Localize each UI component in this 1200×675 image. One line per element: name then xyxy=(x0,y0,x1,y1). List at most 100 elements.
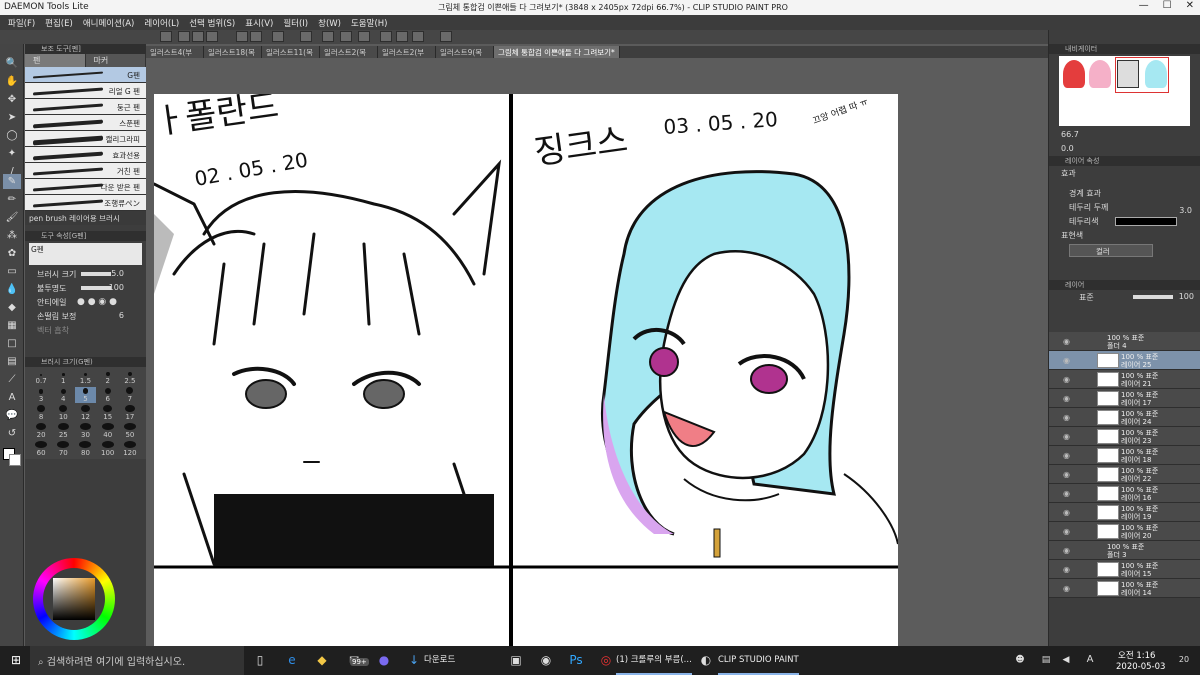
visibility-eye-icon[interactable]: ◉ xyxy=(1063,451,1070,460)
visibility-eye-icon[interactable]: ◉ xyxy=(1063,413,1070,422)
snap-special-icon[interactable] xyxy=(396,31,408,42)
layer-row[interactable]: ◉ 100 % 표준 레이어 15 xyxy=(1049,560,1200,579)
menu-file[interactable]: 파일(F) xyxy=(4,15,41,30)
redo-icon[interactable] xyxy=(250,31,262,42)
brush-size-option[interactable]: 25 xyxy=(53,423,73,439)
kakaotalk-icon[interactable]: ◆ xyxy=(312,650,332,670)
visibility-eye-icon[interactable]: ◉ xyxy=(1063,470,1070,479)
layer-row[interactable]: ◉ 100 % 표준 레이어 17 xyxy=(1049,389,1200,408)
canvas-area[interactable]: ㅏ폴란드 02 . 05 . 20 징크스 03 . 05 . 20 끄앙 어렵… xyxy=(146,58,1048,646)
decoration-icon[interactable]: ✿ xyxy=(3,246,21,261)
navigator-preview[interactable] xyxy=(1059,56,1190,126)
figure-icon[interactable]: □ xyxy=(3,336,21,351)
brush-size-option[interactable]: 3 xyxy=(31,387,51,403)
drawing-canvas[interactable]: ㅏ폴란드 02 . 05 . 20 징크스 03 . 05 . 20 끄앙 어렵… xyxy=(154,94,898,646)
color-wheel[interactable] xyxy=(29,554,139,644)
brush-size-option[interactable]: 15 xyxy=(98,405,118,421)
brush-item[interactable]: 리얼 G 펜 xyxy=(25,83,146,99)
menu-animation[interactable]: 애니메이션(A) xyxy=(79,15,141,30)
brush-item[interactable]: 거친 펜 xyxy=(25,163,146,179)
brush-size-option[interactable]: 30 xyxy=(75,423,95,439)
chrome-window[interactable]: (1) 크롤루의 부름(... xyxy=(616,646,692,675)
airbrush-icon[interactable]: ⁂ xyxy=(3,228,21,243)
layer-row[interactable]: ◉ 100 % 표준 레이어 18 xyxy=(1049,446,1200,465)
brush-size-option[interactable]: 60 xyxy=(31,441,51,457)
clip-studio-icon[interactable]: ◐ xyxy=(696,650,716,670)
visibility-eye-icon[interactable]: ◉ xyxy=(1063,337,1070,346)
brush-size-option[interactable]: 2 xyxy=(98,369,118,385)
menu-help[interactable]: 도움말(H) xyxy=(347,15,393,30)
layer-row[interactable]: ◉ 100 % 표준 레이어 23 xyxy=(1049,427,1200,446)
brush-size-option[interactable]: 1.5 xyxy=(75,369,95,385)
layer-row[interactable]: ◉ 100 % 표준 레이어 25 xyxy=(1049,351,1200,370)
menu-view[interactable]: 표시(V) xyxy=(241,15,279,30)
correction-icon[interactable]: ↺ xyxy=(3,426,21,441)
pen-tool-icon[interactable]: ✎ xyxy=(3,174,21,189)
pencil-tool-icon[interactable]: ✏ xyxy=(3,192,21,207)
prop-vector[interactable]: 벡터 흡착 xyxy=(25,323,146,337)
balloon-icon[interactable]: 💬 xyxy=(3,408,21,423)
blend-mode[interactable]: 표준 xyxy=(1079,292,1094,303)
tab-active-document[interactable]: 그림체 통합검 이쁜애들 다 그려보기* xyxy=(494,46,620,58)
layer-row[interactable]: ◉ 100 % 표준 레이어 24 xyxy=(1049,408,1200,427)
save-icon[interactable] xyxy=(206,31,218,42)
brush-item[interactable]: 조행류ペン xyxy=(25,195,146,211)
fill-icon[interactable]: ◆ xyxy=(3,300,21,315)
layer-row[interactable]: ◉ 100 % 표준 레이어 20 xyxy=(1049,522,1200,541)
network-icon[interactable]: ▤ xyxy=(1036,650,1056,670)
layer-row[interactable]: ◉ 100 % 표준 레이어 14 xyxy=(1049,579,1200,598)
antialias-options[interactable]: ● ● ◉ ● xyxy=(77,297,117,307)
layer-row[interactable]: ◉ 100 % 표준 레이어 22 xyxy=(1049,465,1200,484)
prop-antialias[interactable]: 안티에일 ● ● ◉ ● xyxy=(25,295,146,309)
brush-size-option[interactable]: 0.7 xyxy=(31,369,51,385)
frame-icon[interactable]: ▤ xyxy=(3,354,21,369)
clock-time[interactable]: 오전 1:16 xyxy=(1118,649,1155,661)
store-icon[interactable]: ▣ xyxy=(506,650,526,670)
downloads-folder[interactable]: 다운로드 xyxy=(424,646,455,675)
volume-icon[interactable]: ◀ xyxy=(1056,650,1076,670)
menu-layer[interactable]: 레이어(L) xyxy=(140,15,185,30)
people-icon[interactable]: ☻ xyxy=(1010,650,1030,670)
notification-icon[interactable]: 20 xyxy=(1174,650,1194,670)
menu-window[interactable]: 창(W) xyxy=(314,15,347,30)
brush-size-option[interactable]: 10 xyxy=(53,405,73,421)
prop-stabilization[interactable]: 손떨림 보정 6 xyxy=(25,309,146,323)
layer-row[interactable]: ◉ 100 % 표준 레이어 21 xyxy=(1049,370,1200,389)
lasso-tool-icon[interactable]: ◯ xyxy=(3,128,21,143)
eraser-icon[interactable]: ▭ xyxy=(3,264,21,279)
visibility-eye-icon[interactable]: ◉ xyxy=(1063,546,1070,555)
crop-icon[interactable] xyxy=(340,31,352,42)
rotate-value[interactable]: 0.0 xyxy=(1061,144,1074,153)
clear-icon[interactable] xyxy=(272,31,284,42)
menu-selection[interactable]: 선택 범위(S) xyxy=(185,15,241,30)
invert-selection-icon[interactable] xyxy=(358,31,370,42)
expression-dropdown[interactable]: 컬러 xyxy=(1069,244,1153,257)
tab-document[interactable]: 일러스트2(부 xyxy=(378,46,436,58)
brush-size-option[interactable]: 120 xyxy=(120,441,140,457)
brush-size-option[interactable]: 4 xyxy=(53,387,73,403)
clip-studio-window[interactable]: CLIP STUDIO PAINT xyxy=(718,646,799,675)
brush-tool-icon[interactable]: 🖌 xyxy=(3,210,21,225)
close-button[interactable]: ✕ xyxy=(1186,0,1194,11)
input-language[interactable]: A xyxy=(1080,650,1100,670)
brush-size-option[interactable]: 12 xyxy=(75,405,95,421)
help-icon[interactable] xyxy=(440,31,452,42)
layer-row[interactable]: ◉ 100 % 표준 레이어 16 xyxy=(1049,484,1200,503)
sub-color-swatch[interactable] xyxy=(9,454,21,466)
gradient-icon[interactable]: ▦ xyxy=(3,318,21,333)
layer-opacity-slider[interactable] xyxy=(1133,295,1173,299)
visibility-eye-icon[interactable]: ◉ xyxy=(1063,356,1070,365)
transform-icon[interactable] xyxy=(300,31,312,42)
sphere-app-icon[interactable]: ● xyxy=(374,650,394,670)
snap-grid-icon[interactable] xyxy=(412,31,424,42)
brush-size-option[interactable]: 20 xyxy=(31,423,51,439)
download-icon[interactable]: ↓ xyxy=(404,650,424,670)
layer-folder-row[interactable]: ◉ 100 % 표준 폴더 4 xyxy=(1049,332,1200,351)
tab-document[interactable]: 일러스트4(부 xyxy=(146,46,204,58)
menu-filter[interactable]: 필터(I) xyxy=(279,15,314,30)
snap-ruler-icon[interactable] xyxy=(380,31,392,42)
brush-size-option[interactable]: 80 xyxy=(75,441,95,457)
daemon-tools-label[interactable]: DAEMON Tools Lite xyxy=(4,2,89,12)
subtab-marker[interactable]: 마커 xyxy=(85,54,146,67)
visibility-eye-icon[interactable]: ◉ xyxy=(1063,527,1070,536)
